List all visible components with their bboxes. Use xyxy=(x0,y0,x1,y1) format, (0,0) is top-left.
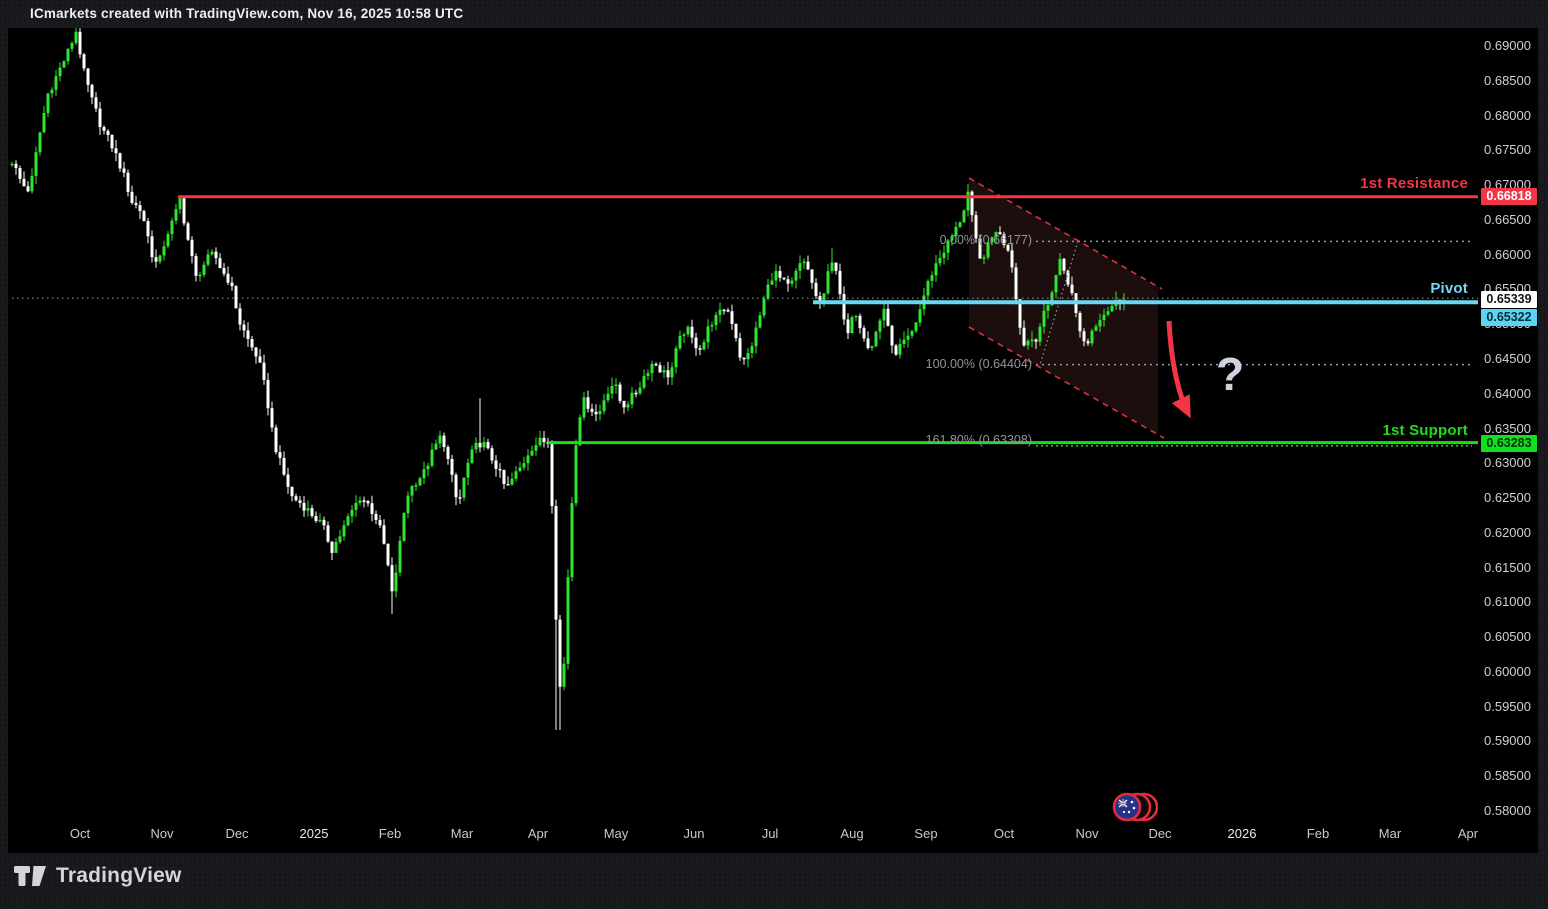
x-axis-tick: Dec xyxy=(1148,826,1171,841)
y-axis-tick: 0.61500 xyxy=(1484,560,1536,575)
x-axis-tick: Oct xyxy=(70,826,90,841)
x-axis-tick: Mar xyxy=(451,826,473,841)
resistance-price-badge: 0.66818 xyxy=(1481,188,1537,205)
x-axis-tick: Apr xyxy=(528,826,548,841)
candlestick-chart-canvas[interactable] xyxy=(0,0,1548,909)
tradingview-attribution[interactable]: TradingView xyxy=(14,863,182,889)
x-axis-tick: May xyxy=(604,826,629,841)
australia-flag-icon xyxy=(1110,790,1158,826)
y-axis-tick: 0.60000 xyxy=(1484,664,1536,679)
y-axis-tick: 0.67500 xyxy=(1484,142,1536,157)
x-axis-tick: Dec xyxy=(225,826,248,841)
y-axis-tick: 0.66500 xyxy=(1484,212,1536,227)
y-axis-tick: 0.66000 xyxy=(1484,247,1536,262)
y-axis-tick: 0.69000 xyxy=(1484,38,1536,53)
x-axis-tick: Feb xyxy=(379,826,401,841)
fib-level-161-label: 161.80% (0.63308) xyxy=(926,433,1032,447)
x-axis-tick: Feb xyxy=(1307,826,1329,841)
plot-layer xyxy=(11,27,1479,730)
y-axis-tick: 0.63000 xyxy=(1484,455,1536,470)
y-axis-tick: 0.62500 xyxy=(1484,490,1536,505)
resistance-label: 1st Resistance xyxy=(1360,175,1468,192)
last-price-badge: 0.65339 xyxy=(1481,291,1537,308)
x-axis-tick: Jun xyxy=(684,826,705,841)
y-axis-tick: 0.59500 xyxy=(1484,699,1536,714)
x-axis-tick: Mar xyxy=(1379,826,1401,841)
y-axis-tick: 0.63500 xyxy=(1484,421,1536,436)
x-axis-tick: Nov xyxy=(1075,826,1098,841)
y-axis-tick: 0.58000 xyxy=(1484,803,1536,818)
x-axis-tick: Jul xyxy=(762,826,779,841)
x-axis-tick: Aug xyxy=(840,826,863,841)
candles-layer xyxy=(11,27,1126,730)
x-axis-tick: Apr xyxy=(1458,826,1478,841)
x-axis-tick: 2025 xyxy=(300,826,329,841)
pivot-label: Pivot xyxy=(1430,280,1468,297)
question-mark-annotation: ? xyxy=(1206,347,1254,401)
channel-fill xyxy=(969,178,1158,434)
y-axis-tick: 0.68000 xyxy=(1484,108,1536,123)
fib-level-0-label: 0.00% (0.66177) xyxy=(940,233,1032,247)
y-axis-tick: 0.62000 xyxy=(1484,525,1536,540)
x-axis-tick: Oct xyxy=(994,826,1014,841)
support-price-badge: 0.63283 xyxy=(1481,435,1537,452)
support-label: 1st Support xyxy=(1382,422,1468,439)
tradingview-logo-icon xyxy=(14,863,47,889)
y-axis-tick: 0.59000 xyxy=(1484,733,1536,748)
y-axis-tick: 0.64500 xyxy=(1484,351,1536,366)
y-axis-tick: 0.60500 xyxy=(1484,629,1536,644)
fib-level-100-label: 100.00% (0.64404) xyxy=(926,357,1032,371)
y-axis-tick: 0.61000 xyxy=(1484,594,1536,609)
x-axis-tick: 2026 xyxy=(1228,826,1257,841)
pivot-price-badge: 0.65322 xyxy=(1481,309,1537,326)
y-axis-tick: 0.68500 xyxy=(1484,73,1536,88)
x-axis-tick: Nov xyxy=(150,826,173,841)
tradingview-logo-text: TradingView xyxy=(56,864,182,888)
y-axis-tick: 0.64000 xyxy=(1484,386,1536,401)
down-arrow-annotation xyxy=(1169,321,1188,413)
tradingview-chart-screenshot: ICmarkets created with TradingView.com, … xyxy=(0,0,1548,909)
x-axis-tick: Sep xyxy=(914,826,937,841)
y-axis-tick: 0.58500 xyxy=(1484,768,1536,783)
